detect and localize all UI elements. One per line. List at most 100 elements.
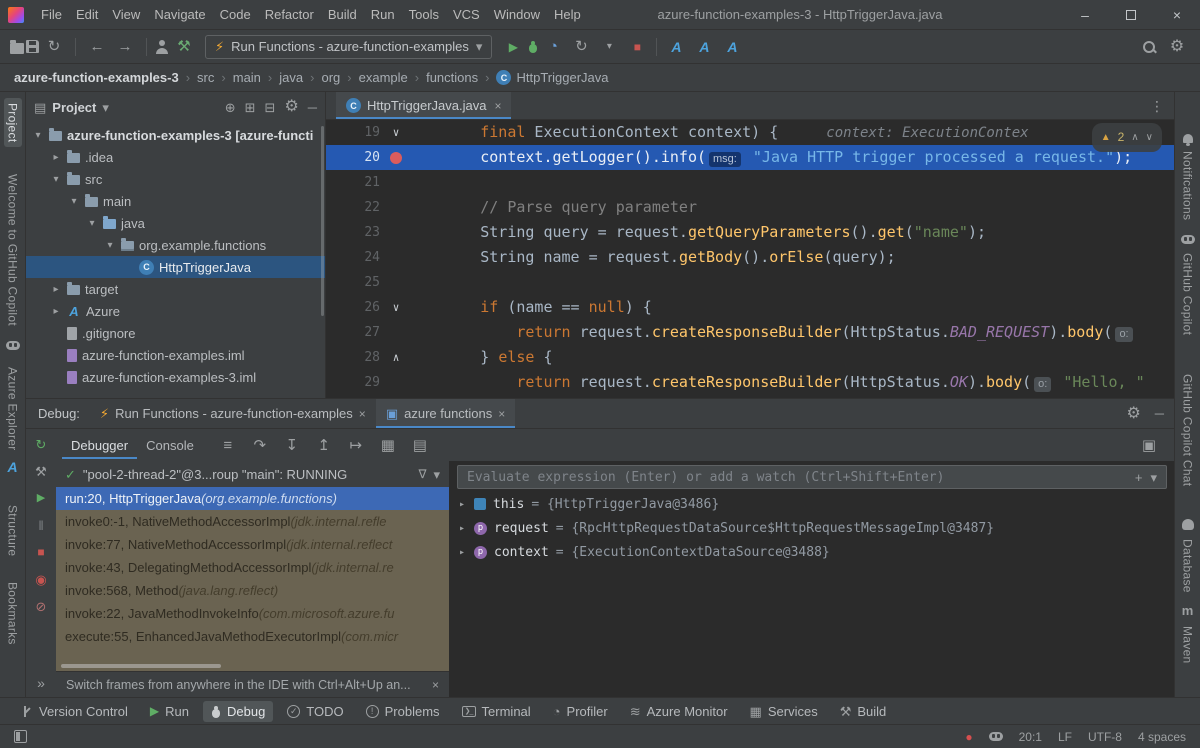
tool-button-profiler[interactable]: Profiler [545, 701, 616, 722]
debug-bug-icon[interactable] [528, 40, 538, 53]
breakpoint-icon[interactable] [390, 152, 402, 164]
debug-view-console[interactable]: Console [137, 432, 203, 459]
tool-button-debug[interactable]: Debug [203, 701, 273, 722]
debug-view-debugger[interactable]: Debugger [62, 432, 137, 459]
close-button[interactable]: × [1154, 0, 1200, 29]
run-configuration-select[interactable]: Run Functions - azure-function-examples [205, 35, 492, 59]
code-line[interactable]: 27 return request.createResponseBuilder(… [326, 320, 1174, 345]
thread-selector[interactable]: "pool-2-thread-2"@3...roup "main": RUNNI… [56, 461, 449, 487]
chevron-right-icon[interactable]: ▸ [457, 499, 467, 510]
view-breakpoints-icon[interactable] [29, 569, 53, 589]
tool-button-maven[interactable]: Maven [1179, 621, 1197, 669]
project-view-selector[interactable]: Project [52, 100, 96, 115]
stop-icon[interactable] [624, 35, 650, 59]
save-icon[interactable] [26, 40, 39, 53]
tree-item[interactable]: ▾java [26, 212, 325, 234]
tool-button-github-copilot-chat[interactable]: GitHub Copilot Chat [1179, 369, 1197, 491]
close-icon[interactable] [359, 408, 366, 420]
step-out-icon[interactable] [311, 433, 337, 457]
record-indicator-icon[interactable] [965, 731, 972, 743]
code-line[interactable]: 29 return request.createResponseBuilder(… [326, 370, 1174, 395]
tool-button-structure[interactable]: Structure [4, 500, 22, 561]
tree-chevron-icon[interactable]: ▸ [50, 284, 62, 295]
tool-button-build[interactable]: Build [832, 701, 895, 722]
stack-frame[interactable]: execute:55, EnhancedJavaMethodExecutorIm… [56, 625, 449, 648]
close-tab-icon[interactable] [494, 100, 501, 112]
restart-icon[interactable] [568, 35, 594, 59]
tool-button-azure-explorer[interactable]: Azure Explorer [4, 362, 22, 456]
more-options-icon[interactable] [1150, 99, 1164, 113]
code-line[interactable]: 24 String name = request.getBody().orEls… [326, 245, 1174, 270]
code-line[interactable]: 25 [326, 270, 1174, 295]
menu-icon[interactable] [215, 433, 241, 457]
tree-item[interactable]: ▾azure-function-examples-3 [azure-functi [26, 124, 325, 146]
search-icon[interactable] [1142, 40, 1156, 54]
next-problem-icon[interactable]: ∨ [1146, 125, 1153, 150]
menu-refactor[interactable]: Refactor [258, 4, 321, 25]
chevron-right-icon[interactable]: ▸ [457, 523, 467, 534]
github-copilot-icon[interactable] [6, 341, 20, 350]
filter-icon[interactable] [418, 468, 426, 480]
resume-icon[interactable] [29, 488, 53, 508]
stop-red-icon[interactable] [29, 542, 53, 562]
layout-settings-icon[interactable] [1136, 433, 1162, 457]
view-rows-icon[interactable] [407, 433, 433, 457]
close-hint-icon[interactable] [432, 679, 439, 691]
code-line[interactable]: 20 context.getLogger().info(msg: "Java H… [326, 145, 1174, 170]
tool-button-azure-monitor[interactable]: Azure Monitor [622, 701, 736, 722]
tool-button-services[interactable]: Services [742, 701, 826, 722]
previous-problem-icon[interactable]: ∧ [1131, 125, 1138, 150]
expand-all-icon[interactable] [245, 99, 256, 115]
tree-item[interactable]: ▸.idea [26, 146, 325, 168]
azure-action-2-icon[interactable] [691, 35, 717, 59]
editor-tab[interactable]: C HttpTriggerJava.java [336, 92, 511, 119]
tool-button-terminal[interactable]: Terminal [454, 701, 539, 722]
open-folder-icon[interactable] [10, 43, 24, 54]
status-lf[interactable]: LF [1058, 730, 1072, 744]
tool-button-todo[interactable]: TODO [279, 701, 351, 722]
settings-gear-icon[interactable] [1126, 406, 1140, 422]
settings-icon[interactable] [1164, 35, 1190, 59]
pause-icon[interactable] [29, 515, 53, 535]
menu-tools[interactable]: Tools [402, 4, 446, 25]
stack-frame[interactable]: invoke:77, NativeMethodAccessorImpl (jdk… [56, 533, 449, 556]
close-icon[interactable] [498, 408, 505, 420]
tree-item[interactable]: CHttpTriggerJava [26, 256, 325, 278]
tool-button-run[interactable]: Run [142, 701, 197, 722]
tree-item[interactable]: azure-function-examples-3.iml [26, 366, 325, 388]
stack-frame[interactable]: invoke:22, JavaMethodInvokeInfo (com.mic… [56, 602, 449, 625]
menu-help[interactable]: Help [547, 4, 588, 25]
add-watch-icon[interactable] [1135, 471, 1143, 484]
menu-run[interactable]: Run [364, 4, 402, 25]
breadcrumb-item[interactable]: functions [426, 70, 478, 85]
profiler-run-icon[interactable] [540, 35, 566, 59]
code-line[interactable]: 22 // Parse query parameter [326, 195, 1174, 220]
tool-button-problems[interactable]: Problems [358, 701, 448, 722]
stack-frame[interactable]: invoke:43, DelegatingMethodAccessorImpl … [56, 556, 449, 579]
inspections-widget[interactable]: 2 ∧ ∨ [1092, 123, 1162, 152]
code-editor[interactable]: 19∨ final ExecutionContext context) {con… [326, 120, 1174, 398]
menu-build[interactable]: Build [321, 4, 364, 25]
azure-explorer-icon[interactable] [7, 460, 17, 474]
fold-down-icon[interactable]: ∨ [393, 120, 400, 145]
minimize-button[interactable]: – [1062, 0, 1108, 29]
status-4-spaces[interactable]: 4 spaces [1138, 730, 1186, 744]
code-line[interactable]: 28∧ } else { [326, 345, 1174, 370]
build-hammer-icon[interactable] [171, 35, 197, 59]
tree-item[interactable]: azure-function-examples.iml [26, 344, 325, 366]
menu-code[interactable]: Code [213, 4, 258, 25]
horizontal-scrollbar[interactable] [61, 664, 221, 668]
run-icon[interactable] [500, 35, 526, 59]
github-copilot-icon[interactable] [1181, 235, 1195, 244]
tree-chevron-icon[interactable]: ▾ [104, 240, 116, 251]
breadcrumb-item[interactable]: CHttpTriggerJava [496, 70, 608, 85]
hide-icon[interactable] [308, 99, 317, 115]
locate-icon[interactable] [225, 99, 236, 115]
database-icon[interactable] [1182, 519, 1194, 530]
stack-frame[interactable]: invoke:568, Method (java.lang.reflect) [56, 579, 449, 602]
stack-frame[interactable]: invoke0:-1, NativeMethodAccessorImpl (jd… [56, 510, 449, 533]
debug-tab[interactable]: Run Functions - azure-function-examples [90, 399, 376, 428]
back-icon[interactable] [84, 35, 110, 59]
update-project-icon[interactable] [155, 40, 169, 54]
run-to-cursor-icon[interactable] [343, 433, 369, 457]
